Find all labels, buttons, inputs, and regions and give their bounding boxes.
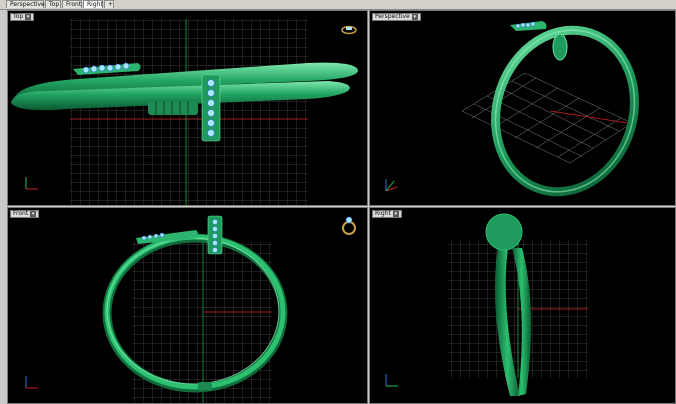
tab-perspective[interactable]: Perspective [6,0,45,8]
viewport-front[interactable]: Front ▾ [7,207,368,404]
ring-head-disc [485,213,523,251]
dropdown-icon[interactable]: ▾ [30,211,37,217]
x-axis-line [549,110,629,124]
viewport-tab-bar: Perspective Top Front Right + [0,0,676,10]
viewport-label-text: Perspective [375,13,410,20]
dropdown-icon[interactable]: ▾ [392,211,399,217]
viewport-label-text: Right [375,210,391,217]
viewport-label-top[interactable]: Top ▾ [10,13,35,21]
viewport-label-perspective[interactable]: Perspective ▾ [372,13,421,21]
top-viewport-scene [11,19,358,205]
dropdown-icon[interactable]: ▾ [411,14,418,20]
viewport-perspective[interactable]: Perspective ▾ [369,10,676,206]
viewport-right[interactable]: Right ▾ [369,207,676,404]
axis-gizmo-icon [385,374,398,387]
axis-gizmo-icon [385,179,398,192]
front-viewport-scene [25,215,288,403]
add-tab-button[interactable]: + [104,0,114,8]
tab-top[interactable]: Top [45,0,61,8]
perspective-grid [461,72,633,164]
ring-icon[interactable] [340,25,358,35]
viewport-top[interactable]: Top ▾ [7,10,368,206]
viewport-label-text: Front [13,210,29,217]
viewport-label-text: Top [13,13,24,20]
right-viewport-scene [385,213,588,396]
axis-gizmo-icon [25,177,38,190]
tab-front[interactable]: Front [62,0,82,8]
axis-gizmo-icon [25,376,38,389]
ring-head-disc [552,33,568,61]
tab-right[interactable]: Right [83,0,103,8]
ring-icon[interactable] [340,216,358,236]
perspective-viewport-scene [385,21,639,197]
viewport-label-right[interactable]: Right ▾ [372,210,402,218]
ring-shank-detail [198,382,212,390]
viewport-label-front[interactable]: Front ▾ [10,210,40,218]
dropdown-icon[interactable]: ▾ [25,14,32,20]
